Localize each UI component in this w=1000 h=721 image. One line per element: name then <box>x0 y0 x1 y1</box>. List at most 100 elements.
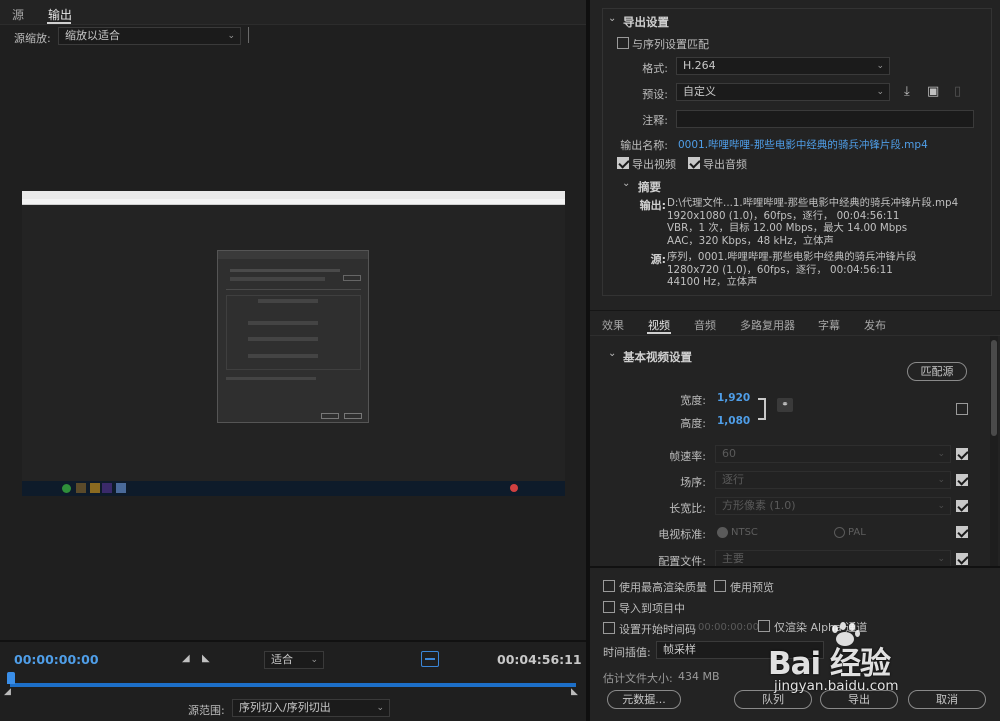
match-source-button[interactable]: 匹配源 <box>907 362 967 381</box>
link-icon[interactable]: ⚭ <box>777 398 793 412</box>
chevron-down-icon: ⌄ <box>937 475 945 485</box>
format-dropdown[interactable]: H.264 ⌄ <box>676 57 890 75</box>
import-into-project-checkbox[interactable] <box>603 601 615 613</box>
aspect-checkbox[interactable] <box>956 500 968 512</box>
comment-input[interactable] <box>676 110 974 128</box>
aspect-toggle-icon[interactable] <box>421 651 439 667</box>
link-bracket <box>758 398 766 420</box>
width-value[interactable]: 1,920 <box>717 392 750 404</box>
field-order-label: 场序: <box>680 476 706 489</box>
resize-checkbox[interactable] <box>956 403 968 415</box>
basic-video-settings-title: 基本视频设置 <box>623 350 692 364</box>
aspect-dropdown[interactable]: 方形像素 (1.0) ⌄ <box>715 497 951 515</box>
field-order-value: 逐行 <box>722 473 744 486</box>
aspect-label: 长宽比: <box>669 502 706 515</box>
framerate-dropdown[interactable]: 60 ⌄ <box>715 445 951 463</box>
video-scrollbar-thumb[interactable] <box>991 340 997 436</box>
tab-source[interactable]: 源 <box>12 6 24 23</box>
video-settings-area: ⌄ 基本视频设置 匹配源 宽度: 1,920 高度: 1,080 ⚭ 帧速率: … <box>590 336 1000 566</box>
source-scaling-dropdown[interactable]: 缩放以适合 ⌄ <box>58 27 241 45</box>
preview-window-titlebar <box>22 191 565 199</box>
chevron-down-icon: ⌄ <box>937 449 945 459</box>
profile-dropdown[interactable]: 主要 ⌄ <box>715 550 951 566</box>
height-value[interactable]: 1,080 <box>717 415 750 427</box>
framerate-checkbox[interactable] <box>956 448 968 460</box>
comment-label: 注释: <box>642 114 668 127</box>
output-preview <box>22 191 565 496</box>
mark-in-icon[interactable]: ◢ <box>182 653 190 664</box>
chevron-down-icon: ⌄ <box>937 554 945 564</box>
collapse-icon[interactable]: ⌄ <box>608 13 616 24</box>
source-range-dropdown[interactable]: 序列切入/序列切出 ⌄ <box>232 699 390 717</box>
source-scaling-label: 源缩放: <box>14 32 51 45</box>
tab-multiplexer[interactable]: 多路复用器 <box>740 317 795 333</box>
est-file-size-label: 估计文件大小: <box>603 672 673 685</box>
preset-label: 预设: <box>642 88 668 101</box>
preview-taskbar <box>22 481 565 496</box>
ntsc-label: NTSC <box>731 527 758 538</box>
tab-captions[interactable]: 字幕 <box>818 317 840 333</box>
tab-output-underline <box>47 22 71 24</box>
chevron-down-icon: ⌄ <box>876 61 884 71</box>
tab-audio[interactable]: 音频 <box>694 317 716 333</box>
fit-dropdown[interactable]: 适合 ⌄ <box>264 651 324 669</box>
format-label: 格式: <box>642 62 668 75</box>
ntsc-radio[interactable] <box>717 527 728 538</box>
tab-video[interactable]: 视频 <box>648 317 670 333</box>
aspect-value: 方形像素 (1.0) <box>722 499 796 512</box>
summary-source-label: 源: <box>650 253 666 266</box>
in-point-icon[interactable]: ◢ <box>4 687 11 697</box>
start-timecode-value[interactable]: 00:00:00:00 <box>698 622 759 633</box>
export-audio-checkbox[interactable] <box>688 157 700 169</box>
export-video-checkbox[interactable] <box>617 157 629 169</box>
field-order-dropdown[interactable]: 逐行 ⌄ <box>715 471 951 489</box>
mark-out-icon[interactable]: ◣ <box>202 653 210 664</box>
max-render-quality-checkbox[interactable] <box>603 580 615 592</box>
preset-dropdown[interactable]: 自定义 ⌄ <box>676 83 890 101</box>
summary-collapse-icon[interactable]: ⌄ <box>622 178 630 189</box>
tab-output[interactable]: 输出 <box>48 6 72 23</box>
width-label: 宽度: <box>680 394 706 407</box>
summary-source-lines: 序列，0001.哔哩哔哩-那些电影中经典的骑兵冲锋片段 1280x720 (1.… <box>667 251 987 289</box>
chevron-down-icon: ⌄ <box>310 655 318 665</box>
set-start-timecode-checkbox[interactable] <box>603 622 615 634</box>
preset-value: 自定义 <box>683 85 716 98</box>
delete-preset-icon[interactable]: ▯ <box>954 84 961 99</box>
save-preset-icon[interactable]: ⤓ <box>904 84 910 99</box>
tab-publish[interactable]: 发布 <box>864 317 886 333</box>
pal-label: PAL <box>848 527 866 538</box>
summary-title: 摘要 <box>638 180 661 194</box>
field-order-checkbox[interactable] <box>956 474 968 486</box>
watermark-brand: Bai 经验 <box>768 646 891 682</box>
import-preset-icon[interactable]: ▣ <box>927 84 939 99</box>
export-video-label: 导出视频 <box>632 158 676 171</box>
out-point-icon[interactable]: ◣ <box>571 687 578 697</box>
framerate-label: 帧速率: <box>669 450 706 463</box>
chevron-down-icon: ⌄ <box>876 87 884 97</box>
profile-checkbox[interactable] <box>956 553 968 565</box>
summary-source-line: 序列，0001.哔哩哔哩-那些电影中经典的骑兵冲锋片段 <box>667 251 917 263</box>
metadata-button[interactable]: 元数据... <box>607 690 681 709</box>
video-collapse-icon[interactable]: ⌄ <box>608 348 616 359</box>
format-value: H.264 <box>683 59 716 72</box>
video-scrollbar[interactable] <box>990 336 998 566</box>
left-panel: 源 输出 源缩放: 缩放以适合 ⌄ 00:00:00:00 ◢ ◣ 适合 ⌄ 0… <box>0 0 586 721</box>
export-settings-title: 导出设置 <box>623 15 669 29</box>
playhead[interactable] <box>7 672 15 684</box>
chevron-down-icon: ⌄ <box>227 31 235 41</box>
tv-standard-checkbox[interactable] <box>956 526 968 538</box>
summary-output-line: D:\代理文件...1.哔哩哔哩-那些电影中经典的骑兵冲锋片段.mp4 <box>667 197 959 209</box>
watermark-url: jingyan.baidu.com <box>774 678 899 694</box>
timecode-start[interactable]: 00:00:00:00 <box>14 652 99 667</box>
pal-radio[interactable] <box>834 527 845 538</box>
chevron-down-icon: ⌄ <box>937 501 945 511</box>
output-name-link[interactable]: 0001.哔哩哔哩-那些电影中经典的骑兵冲锋片段.mp4 <box>678 137 928 152</box>
est-file-size-value: 434 MB <box>678 670 720 683</box>
profile-value: 主要 <box>722 552 744 565</box>
use-previews-checkbox[interactable] <box>714 580 726 592</box>
tab-effects[interactable]: 效果 <box>602 317 624 333</box>
set-start-timecode-label: 设置开始时间码 <box>619 623 696 636</box>
match-sequence-checkbox[interactable] <box>617 37 629 49</box>
summary-output-line: VBR，1 次，目标 12.00 Mbps，最大 14.00 Mbps <box>667 222 908 234</box>
timeline-track[interactable] <box>10 683 576 687</box>
